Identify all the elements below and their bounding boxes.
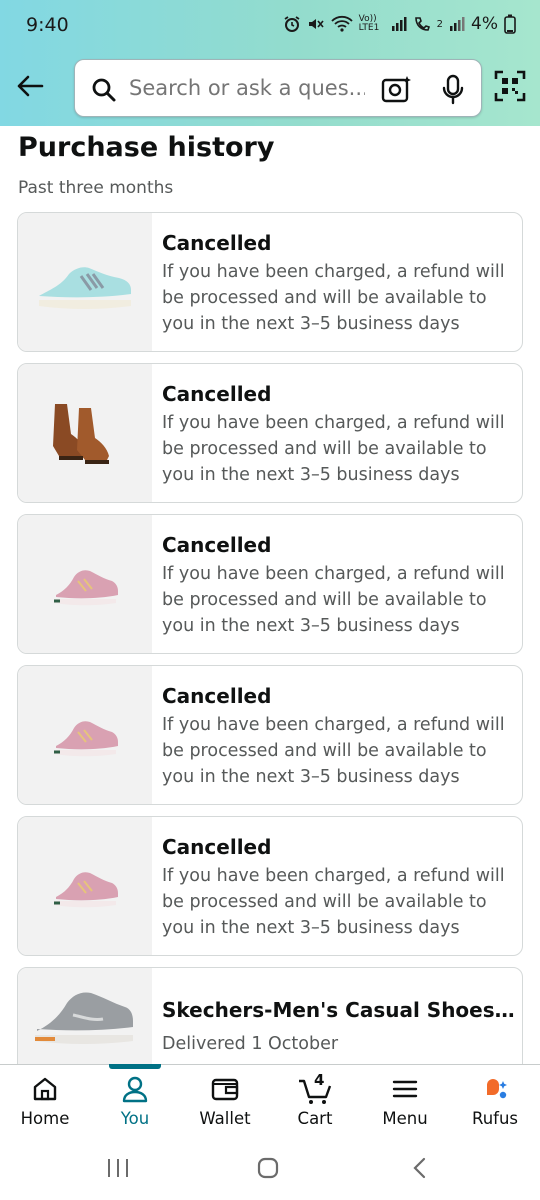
- product-image: [18, 968, 152, 1064]
- app-header: 9:40 Vo)) LTE1 2 4%: [0, 0, 540, 126]
- bottom-nav: Home You Wallet 4 Cart Menu Rufus: [0, 1064, 540, 1138]
- page-subtitle: Past three months: [18, 178, 174, 198]
- back-nav-icon[interactable]: [410, 1156, 430, 1180]
- nav-menu-label: Menu: [382, 1109, 428, 1128]
- page-title: Purchase history: [18, 132, 275, 163]
- order-card[interactable]: Cancelled If you have been charged, a re…: [17, 665, 523, 805]
- wifi-call-icon: [414, 17, 430, 31]
- signal-2-icon: [450, 17, 465, 31]
- nav-cart[interactable]: 4 Cart: [270, 1065, 360, 1139]
- recent-apps-icon[interactable]: [106, 1156, 130, 1180]
- nav-you-label: You: [120, 1109, 150, 1128]
- pink-sneaker-image: [54, 570, 118, 606]
- grey-sneaker-image: [35, 992, 133, 1044]
- nav-cart-label: Cart: [297, 1109, 333, 1128]
- status-time: 9:40: [26, 14, 69, 36]
- nav-rufus[interactable]: Rufus: [450, 1065, 540, 1139]
- microphone-icon[interactable]: [441, 74, 465, 106]
- battery-icon: [504, 14, 516, 34]
- nav-wallet[interactable]: Wallet: [180, 1065, 270, 1139]
- network-label: Vo)) LTE1: [358, 14, 380, 33]
- qr-code-icon: [494, 70, 526, 102]
- product-image: [18, 213, 152, 351]
- order-message: If you have been charged, a refund will …: [162, 715, 505, 787]
- cart-count-badge: 4: [314, 1071, 325, 1089]
- sim2-label: 2: [436, 18, 444, 30]
- order-status: Cancelled: [162, 231, 272, 255]
- product-title: Skechers-Men's Casual Shoes-TE...: [162, 998, 518, 1022]
- wallet-icon: [211, 1078, 239, 1101]
- search-bar[interactable]: [74, 59, 482, 117]
- menu-icon: [392, 1080, 418, 1098]
- pink-sneaker-image: [54, 721, 118, 757]
- order-status: Cancelled: [162, 835, 272, 859]
- wifi-icon: [330, 15, 353, 32]
- order-card[interactable]: Cancelled If you have been charged, a re…: [17, 514, 523, 654]
- system-nav-bar: [0, 1138, 540, 1200]
- battery-percent: 4%: [471, 14, 498, 34]
- nav-wallet-label: Wallet: [199, 1109, 251, 1128]
- alarm-icon: [284, 16, 300, 32]
- order-status: Cancelled: [162, 684, 272, 708]
- product-image: [18, 817, 152, 955]
- search-row: [0, 58, 540, 120]
- product-image: [18, 515, 152, 653]
- search-icon: [92, 78, 116, 102]
- signal-icon: [391, 17, 407, 31]
- order-card[interactable]: Cancelled If you have been charged, a re…: [17, 363, 523, 503]
- order-message: If you have been charged, a refund will …: [162, 413, 505, 485]
- status-bar: 9:40 Vo)) LTE1 2 4%: [0, 0, 540, 50]
- mute-icon: [308, 19, 324, 29]
- nav-you[interactable]: You: [90, 1064, 180, 1139]
- home-icon: [33, 1077, 57, 1101]
- order-card[interactable]: Cancelled If you have been charged, a re…: [17, 212, 523, 352]
- light-blue-sneaker-image: [39, 267, 131, 309]
- order-card[interactable]: Cancelled If you have been charged, a re…: [17, 816, 523, 956]
- camera-search-icon[interactable]: [381, 74, 413, 104]
- qr-scan-button[interactable]: [494, 70, 526, 106]
- active-tab-indicator: [109, 1064, 161, 1069]
- product-image: [18, 364, 152, 502]
- product-image: [18, 666, 152, 804]
- delivery-status: Delivered 1 October: [162, 1034, 339, 1054]
- back-button[interactable]: [12, 68, 48, 104]
- order-message: If you have been charged, a refund will …: [162, 866, 505, 938]
- order-status: Cancelled: [162, 382, 272, 406]
- order-message: If you have been charged, a refund will …: [162, 564, 505, 636]
- nav-menu[interactable]: Menu: [360, 1065, 450, 1139]
- order-message: If you have been charged, a refund will …: [162, 262, 505, 334]
- nav-rufus-label: Rufus: [471, 1109, 519, 1128]
- person-icon: [122, 1076, 148, 1103]
- order-status: Cancelled: [162, 533, 272, 557]
- back-arrow-icon: [17, 75, 44, 97]
- pink-sneaker-image: [54, 872, 118, 908]
- nav-home-label: Home: [20, 1109, 70, 1128]
- status-icons: Vo)) LTE1 2 4%: [283, 14, 516, 34]
- search-input[interactable]: [129, 76, 365, 100]
- home-button-icon[interactable]: [256, 1156, 280, 1180]
- nav-home[interactable]: Home: [0, 1065, 90, 1139]
- rufus-icon: [487, 1079, 507, 1099]
- brown-boots-image: [53, 404, 109, 464]
